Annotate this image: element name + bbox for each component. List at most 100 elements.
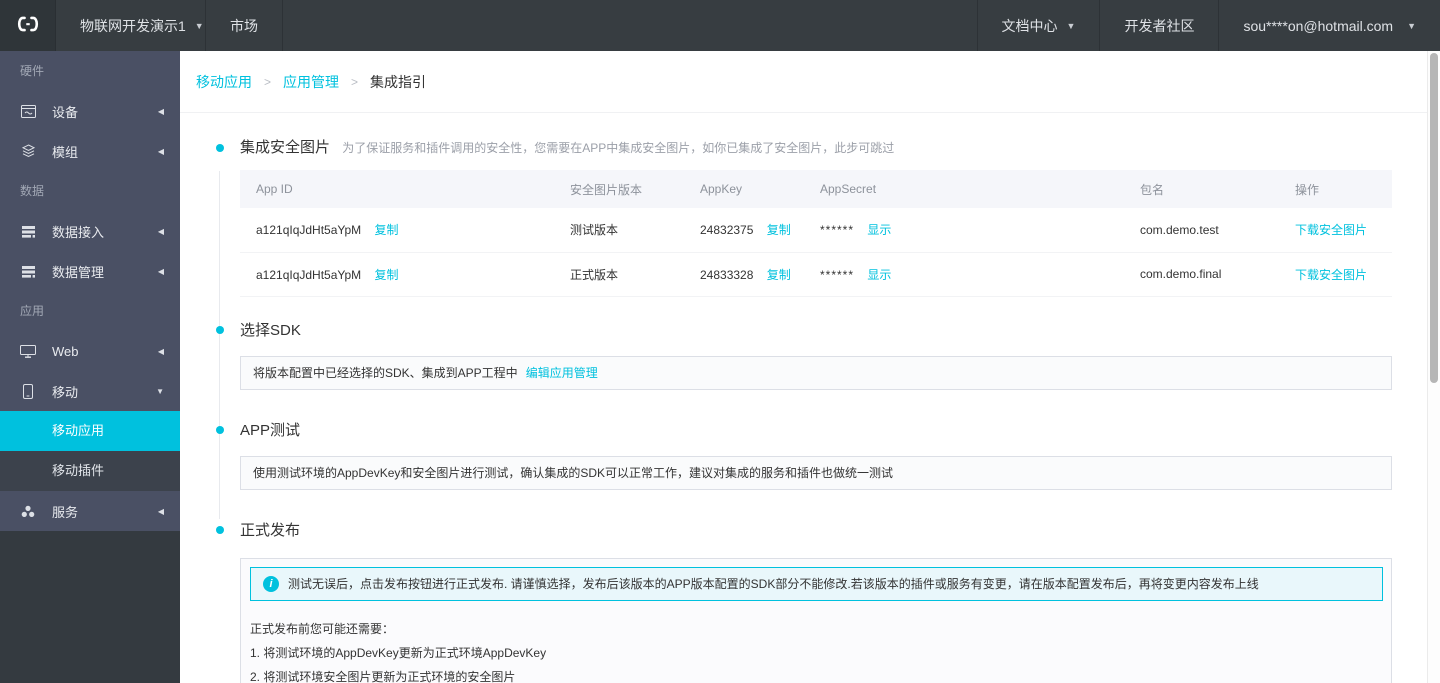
step-bullet-icon bbox=[216, 144, 224, 152]
sidebar-item-service[interactable]: 服务 ◀ bbox=[0, 491, 180, 531]
nav-community[interactable]: 开发者社区 bbox=[1100, 0, 1218, 51]
section-title: 选择SDK bbox=[240, 321, 301, 339]
chevron-down-icon: ▼ bbox=[1407, 20, 1416, 31]
copy-appkey-link[interactable]: 复制 bbox=[767, 268, 791, 282]
step-bullet-icon bbox=[216, 326, 224, 334]
mobile-icon bbox=[20, 383, 36, 399]
breadcrumb-current: 集成指引 bbox=[370, 73, 427, 90]
copy-appid-link[interactable]: 复制 bbox=[375, 223, 399, 237]
appsecret-masked: ****** bbox=[820, 267, 855, 282]
scrollbar-thumb[interactable] bbox=[1430, 53, 1438, 383]
brand-logo[interactable] bbox=[0, 0, 56, 51]
nav-docs-menu[interactable]: 文档中心 ▼ bbox=[978, 0, 1100, 51]
data-manage-icon bbox=[20, 263, 36, 279]
section-title: 集成安全图片 bbox=[240, 139, 331, 156]
section-sdk-heading: 选择SDK bbox=[216, 320, 1392, 341]
sidebar-section-data: 数据 bbox=[20, 184, 45, 198]
sidebar-item-label: 服务 bbox=[52, 504, 79, 520]
breadcrumb-link-app-manage[interactable]: 应用管理 bbox=[283, 72, 339, 92]
device-icon bbox=[20, 103, 36, 119]
sidebar-item-data-access[interactable]: 数据接入 ◀ bbox=[0, 211, 180, 251]
chevron-down-icon: ▼ bbox=[1066, 20, 1076, 31]
chevron-down-icon: ▼ bbox=[156, 386, 164, 396]
package-value: com.demo.final bbox=[1140, 267, 1222, 281]
table-row: a121qIqJdHt5aYpM 复制 测试版本 24832375 复制 ***… bbox=[240, 208, 1392, 253]
chevron-left-icon: ◀ bbox=[157, 106, 164, 116]
topbar: 物联网开发演示1 ▼ 市场 文档中心 ▼ 开发者社区 sou****on@hot… bbox=[0, 0, 1440, 51]
step-bullet-icon bbox=[216, 526, 224, 534]
sdk-note-text: 将版本配置中已经选择的SDK、集成到APP工程中 bbox=[253, 366, 518, 380]
security-image-table: App ID 安全图片版本 AppKey AppSecret 包名 操作 a12… bbox=[240, 170, 1392, 297]
community-label: 开发者社区 bbox=[1124, 17, 1195, 34]
copy-appkey-link[interactable]: 复制 bbox=[767, 223, 791, 237]
sidebar-item-web[interactable]: Web ◀ bbox=[0, 331, 180, 371]
col-image-version: 安全图片版本 bbox=[554, 170, 684, 208]
show-appsecret-link[interactable]: 显示 bbox=[867, 268, 891, 282]
release-step-2: 2. 将测试环境安全图片更新为正式环境的安全图片 bbox=[250, 669, 516, 683]
data-access-icon bbox=[20, 223, 36, 239]
table-row: a121qIqJdHt5aYpM 复制 正式版本 24833328 复制 ***… bbox=[240, 252, 1392, 297]
chevron-down-icon: ▼ bbox=[194, 20, 204, 31]
appkey-value: 24833328 bbox=[700, 267, 754, 282]
edit-app-manage-link[interactable]: 编辑应用管理 bbox=[526, 364, 598, 381]
sidebar: 硬件 设备 ◀ 模组 ◀ 数据 数据接入 ◀ 数据管理 ◀ 应用 Web ◀ 移… bbox=[0, 51, 180, 683]
sidebar-menu: 硬件 设备 ◀ 模组 ◀ 数据 数据接入 ◀ 数据管理 ◀ 应用 Web ◀ 移… bbox=[0, 51, 180, 531]
sidebar-item-label: 模组 bbox=[52, 144, 79, 160]
version-value: 正式版本 bbox=[570, 267, 619, 282]
col-package: 包名 bbox=[1124, 170, 1279, 208]
tenant-label: 物联网开发演示1 bbox=[80, 17, 186, 34]
show-appsecret-link[interactable]: 显示 bbox=[867, 223, 891, 237]
release-box: i 测试无误后，点击发布按钮进行正式发布. 请谨慎选择，发布后该版本的APP版本… bbox=[240, 557, 1392, 683]
nav-market[interactable]: 市场 bbox=[206, 0, 283, 51]
download-security-image-link[interactable]: 下载安全图片 bbox=[1295, 223, 1367, 237]
sidebar-item-mobile[interactable]: 移动 ▼ bbox=[0, 371, 180, 411]
package-value: com.demo.test bbox=[1140, 222, 1219, 237]
col-app-id: App ID bbox=[240, 170, 554, 208]
sidebar-item-label: 移动 bbox=[52, 384, 79, 400]
sidebar-section-app: 应用 bbox=[20, 304, 45, 318]
sidebar-item-data-manage[interactable]: 数据管理 ◀ bbox=[0, 251, 180, 291]
section-description: 为了保证服务和插件调用的安全性，您需要在APP中集成安全图片，如你已集成了安全图… bbox=[342, 141, 895, 155]
sidebar-item-label: Web bbox=[52, 343, 79, 359]
release-info-banner: i 测试无误后，点击发布按钮进行正式发布. 请谨慎选择，发布后该版本的APP版本… bbox=[250, 566, 1383, 601]
chevron-left-icon: ◀ bbox=[157, 506, 164, 516]
chevron-left-icon: ◀ bbox=[157, 266, 164, 276]
section-title: APP测试 bbox=[240, 421, 301, 439]
appsecret-masked: ****** bbox=[820, 223, 855, 238]
account-email: sou****on@hotmail.com bbox=[1243, 17, 1394, 34]
appkey-value: 24832375 bbox=[700, 223, 754, 238]
sidebar-item-module[interactable]: 模组 ◀ bbox=[0, 131, 180, 171]
release-info-text: 测试无误后，点击发布按钮进行正式发布. 请谨慎选择，发布后该版本的APP版本配置… bbox=[288, 577, 1259, 591]
sidebar-section-hardware: 硬件 bbox=[20, 64, 45, 78]
main-content: 移动应用 > 应用管理 > 集成指引 集成安全图片 为了保证服务和插件调用的安全… bbox=[180, 51, 1427, 683]
topbar-right: 文档中心 ▼ 开发者社区 sou****on@hotmail.com ▼ bbox=[976, 0, 1440, 51]
sidebar-item-label: 设备 bbox=[52, 104, 79, 120]
sidebar-subitem-mobile-plugin[interactable]: 移动插件 bbox=[0, 451, 180, 491]
copy-appid-link[interactable]: 复制 bbox=[375, 268, 399, 282]
sdk-note-box: 将版本配置中已经选择的SDK、集成到APP工程中 编辑应用管理 bbox=[240, 355, 1392, 390]
test-note-text: 使用测试环境的AppDevKey和安全图片进行测试，确认集成的SDK可以正常工作… bbox=[253, 466, 894, 480]
timeline-line bbox=[219, 171, 220, 519]
test-note-box: 使用测试环境的AppDevKey和安全图片进行测试，确认集成的SDK可以正常工作… bbox=[240, 455, 1392, 490]
col-appsecret: AppSecret bbox=[804, 170, 1124, 208]
info-icon: i bbox=[263, 575, 279, 592]
section-release-heading: 正式发布 bbox=[216, 520, 1392, 541]
breadcrumb-link-mobile-app[interactable]: 移动应用 bbox=[196, 72, 252, 92]
sidebar-subitem-mobile-app[interactable]: 移动应用 bbox=[0, 411, 180, 451]
tenant-selector[interactable]: 物联网开发演示1 ▼ bbox=[56, 0, 206, 51]
account-menu[interactable]: sou****on@hotmail.com ▼ bbox=[1219, 0, 1440, 51]
breadcrumb-separator: > bbox=[264, 74, 272, 89]
breadcrumb: 移动应用 > 应用管理 > 集成指引 bbox=[180, 51, 1427, 113]
app-id-value: a121qIqJdHt5aYpM bbox=[256, 267, 362, 282]
release-pre-title: 正式发布前您可能还需要： bbox=[250, 621, 395, 636]
vertical-scrollbar[interactable] bbox=[1427, 51, 1440, 683]
chevron-left-icon: ◀ bbox=[157, 226, 164, 236]
download-security-image-link[interactable]: 下载安全图片 bbox=[1295, 268, 1367, 282]
market-label: 市场 bbox=[230, 17, 258, 34]
sidebar-item-device[interactable]: 设备 ◀ bbox=[0, 91, 180, 131]
module-icon bbox=[20, 143, 36, 159]
release-step-1: 1. 将测试环境的AppDevKey更新为正式环境AppDevKey bbox=[250, 645, 547, 660]
section-test-heading: APP测试 bbox=[216, 420, 1392, 441]
col-appkey: AppKey bbox=[684, 170, 804, 208]
bracket-logo-icon bbox=[15, 15, 41, 36]
